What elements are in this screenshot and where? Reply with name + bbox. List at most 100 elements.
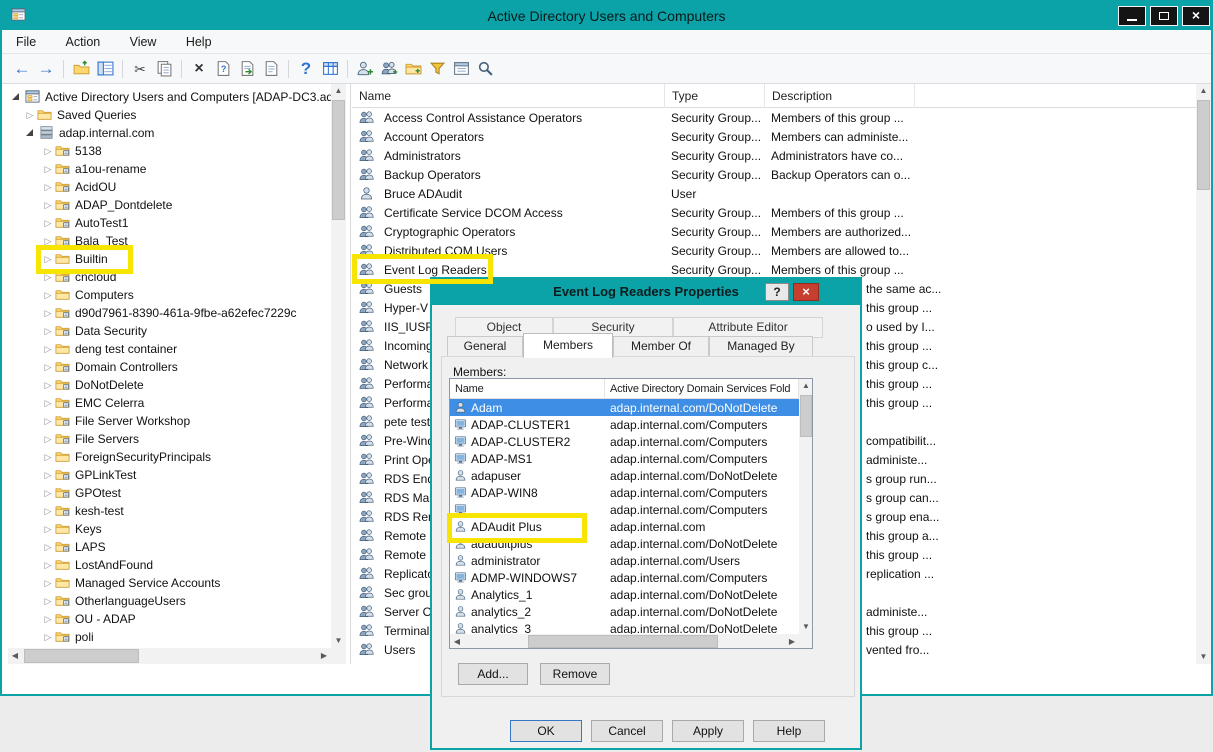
add-button[interactable]: Add... bbox=[458, 663, 528, 685]
member-row-analytics-2[interactable]: analytics_2adap.internal.com/DoNotDelete bbox=[450, 603, 799, 620]
add-user-icon[interactable] bbox=[353, 58, 377, 80]
tree-item-emc-celerra[interactable]: ▷EMC Celerra bbox=[8, 394, 331, 412]
scroll-up-icon[interactable]: ▲ bbox=[799, 379, 813, 393]
help-topics-icon[interactable]: ? bbox=[211, 58, 235, 80]
list-row-distributed-com-users[interactable]: Distributed COM UsersSecurity Group...Me… bbox=[352, 241, 1196, 260]
list-row-access-control-assistance-operators[interactable]: Access Control Assistance OperatorsSecur… bbox=[352, 108, 1196, 127]
tree-item-file-servers[interactable]: ▷File Servers bbox=[8, 430, 331, 448]
tab-attribute-editor[interactable]: Attribute Editor bbox=[673, 317, 823, 338]
collapsed-arrow-icon[interactable]: ▷ bbox=[42, 272, 54, 283]
tree-item-d90d7961-8390-461a-9fbe-a62efec7229c[interactable]: ▷d90d7961-8390-461a-9fbe-a62efec7229c bbox=[8, 304, 331, 322]
tree-item-active-directory-users-and-computers-adap-dc3-adap[interactable]: Active Directory Users and Computers [AD… bbox=[8, 88, 331, 106]
column-header-description[interactable]: Description bbox=[765, 84, 915, 108]
collapsed-arrow-icon[interactable]: ▷ bbox=[42, 470, 54, 481]
collapsed-arrow-icon[interactable]: ▷ bbox=[42, 146, 54, 157]
help-icon[interactable]: ? bbox=[294, 58, 318, 80]
member-row-adap-cluster1[interactable]: ADAP-CLUSTER1adap.internal.com/Computers bbox=[450, 416, 799, 433]
list-row-certificate-service-dcom-access[interactable]: Certificate Service DCOM AccessSecurity … bbox=[352, 203, 1196, 222]
find-objects-icon[interactable] bbox=[473, 58, 497, 80]
scroll-right-icon[interactable]: ▶ bbox=[317, 648, 331, 664]
ok-button[interactable]: OK bbox=[510, 720, 582, 742]
tree-item-laps[interactable]: ▷LAPS bbox=[8, 538, 331, 556]
collapsed-arrow-icon[interactable]: ▷ bbox=[42, 596, 54, 607]
new-window-icon[interactable] bbox=[449, 58, 473, 80]
copy-icon[interactable] bbox=[152, 58, 176, 80]
list-row-cryptographic-operators[interactable]: Cryptographic OperatorsSecurity Group...… bbox=[352, 222, 1196, 241]
tree-item-ou-adap[interactable]: ▷OU - ADAP bbox=[8, 610, 331, 628]
collapsed-arrow-icon[interactable]: ▷ bbox=[24, 110, 36, 121]
list-vertical-scrollbar[interactable]: ▲ ▼ bbox=[1196, 84, 1211, 664]
collapsed-arrow-icon[interactable]: ▷ bbox=[42, 308, 54, 319]
tree-item-gplinktest[interactable]: ▷GPLinkTest bbox=[8, 466, 331, 484]
tree-item-donotdelete[interactable]: ▷DoNotDelete bbox=[8, 376, 331, 394]
tree-item-deng-test-container[interactable]: ▷deng test container bbox=[8, 340, 331, 358]
collapsed-arrow-icon[interactable]: ▷ bbox=[42, 380, 54, 391]
scrollbar-thumb[interactable] bbox=[332, 100, 345, 220]
expanded-arrow-icon[interactable] bbox=[12, 93, 19, 100]
minimize-button[interactable] bbox=[1118, 6, 1146, 26]
back-icon[interactable]: ← bbox=[10, 58, 34, 80]
scroll-right-icon[interactable]: ▶ bbox=[785, 634, 799, 649]
member-row-adap-ms1[interactable]: ADAP-MS1adap.internal.com/Computers bbox=[450, 450, 799, 467]
tree-item-data-security[interactable]: ▷Data Security bbox=[8, 322, 331, 340]
tree-item-acidou[interactable]: ▷AcidOU bbox=[8, 178, 331, 196]
collapsed-arrow-icon[interactable]: ▷ bbox=[42, 200, 54, 211]
tree-item-autotest1[interactable]: ▷AutoTest1 bbox=[8, 214, 331, 232]
collapsed-arrow-icon[interactable]: ▷ bbox=[42, 560, 54, 571]
tab-general[interactable]: General bbox=[447, 336, 523, 357]
scrollbar-thumb[interactable] bbox=[1197, 100, 1210, 190]
tree-item-5138[interactable]: ▷5138 bbox=[8, 142, 331, 160]
set-filter-icon[interactable] bbox=[425, 58, 449, 80]
member-row-analytics-3[interactable]: analytics_3adap.internal.com/DoNotDelete bbox=[450, 620, 799, 635]
delete-icon[interactable]: × bbox=[187, 58, 211, 80]
member-row-obscured[interactable]: adap.internal.com/Computers bbox=[450, 501, 799, 518]
dialog-close-button[interactable]: × bbox=[793, 283, 819, 301]
scroll-up-icon[interactable]: ▲ bbox=[331, 84, 346, 98]
add-ou-icon[interactable] bbox=[401, 58, 425, 80]
list-row-administrators[interactable]: AdministratorsSecurity Group...Administr… bbox=[352, 146, 1196, 165]
cancel-button[interactable]: Cancel bbox=[591, 720, 663, 742]
column-header-type[interactable]: Type bbox=[665, 84, 765, 108]
dialog-help-button[interactable]: ? bbox=[765, 283, 789, 301]
tree-item-saved-queries[interactable]: ▷Saved Queries bbox=[8, 106, 331, 124]
tree-item-file-server-workshop[interactable]: ▷File Server Workshop bbox=[8, 412, 331, 430]
collapsed-arrow-icon[interactable]: ▷ bbox=[42, 236, 54, 247]
member-row-adapuser[interactable]: adapuseradap.internal.com/DoNotDelete bbox=[450, 467, 799, 484]
tree-item-managed-service-accounts[interactable]: ▷Managed Service Accounts bbox=[8, 574, 331, 592]
collapsed-arrow-icon[interactable]: ▷ bbox=[42, 434, 54, 445]
apply-button[interactable]: Apply bbox=[672, 720, 744, 742]
view-table-icon[interactable] bbox=[318, 58, 342, 80]
collapsed-arrow-icon[interactable]: ▷ bbox=[42, 164, 54, 175]
tree-item-kesh-test[interactable]: ▷kesh-test bbox=[8, 502, 331, 520]
scroll-left-icon[interactable]: ◀ bbox=[8, 648, 22, 664]
collapsed-arrow-icon[interactable]: ▷ bbox=[42, 614, 54, 625]
tab-member-of[interactable]: Member Of bbox=[613, 336, 709, 357]
collapsed-arrow-icon[interactable]: ▷ bbox=[42, 398, 54, 409]
scroll-down-icon[interactable]: ▼ bbox=[1196, 650, 1211, 664]
help-button[interactable]: Help bbox=[753, 720, 825, 742]
member-row-adauditplus[interactable]: adauditplusadap.internal.com/DoNotDelete bbox=[450, 535, 799, 552]
cut-icon[interactable]: ✂ bbox=[128, 58, 152, 80]
titlebar[interactable]: Active Directory Users and Computers × bbox=[2, 2, 1211, 30]
collapsed-arrow-icon[interactable]: ▷ bbox=[42, 344, 54, 355]
tree-item-foreignsecurityprincipals[interactable]: ▷ForeignSecurityPrincipals bbox=[8, 448, 331, 466]
collapsed-arrow-icon[interactable]: ▷ bbox=[42, 632, 54, 643]
scrollbar-thumb[interactable] bbox=[800, 395, 812, 437]
tree-item-lostandfound[interactable]: ▷LostAndFound bbox=[8, 556, 331, 574]
menu-help[interactable]: Help bbox=[186, 30, 212, 54]
tree-vertical-scrollbar[interactable]: ▲ ▼ bbox=[331, 84, 346, 648]
scroll-down-icon[interactable]: ▼ bbox=[331, 634, 346, 648]
tree-item-poli[interactable]: ▷poli bbox=[8, 628, 331, 646]
member-column-name[interactable]: Name bbox=[450, 379, 605, 399]
collapsed-arrow-icon[interactable]: ▷ bbox=[42, 290, 54, 301]
scroll-down-icon[interactable]: ▼ bbox=[799, 620, 813, 634]
tree-item-builtin[interactable]: ▷Builtin bbox=[8, 250, 331, 268]
collapsed-arrow-icon[interactable]: ▷ bbox=[42, 326, 54, 337]
menu-file[interactable]: File bbox=[16, 30, 36, 54]
remove-button[interactable]: Remove bbox=[540, 663, 610, 685]
member-row-admp-windows7[interactable]: ADMP-WINDOWS7adap.internal.com/Computers bbox=[450, 569, 799, 586]
tree-item-adap-internal-com[interactable]: adap.internal.com bbox=[8, 124, 331, 142]
tab-managed-by[interactable]: Managed By bbox=[709, 336, 813, 357]
collapsed-arrow-icon[interactable]: ▷ bbox=[42, 506, 54, 517]
collapsed-arrow-icon[interactable]: ▷ bbox=[42, 488, 54, 499]
